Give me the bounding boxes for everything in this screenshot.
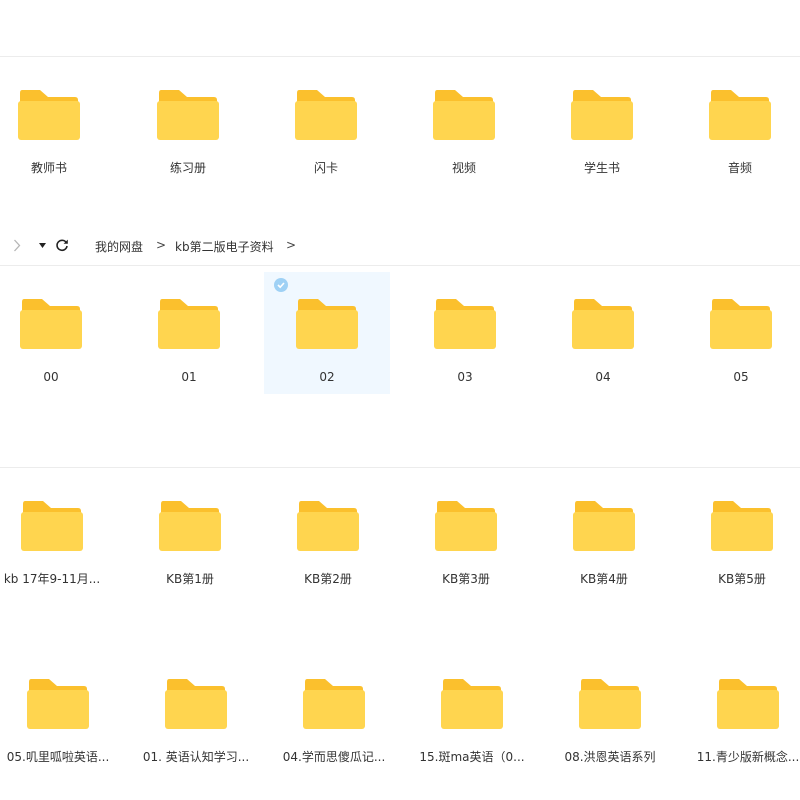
folder-item[interactable]: 04 [543,282,663,402]
breadcrumb-item-root[interactable]: 我的网盘 [95,238,143,255]
folder-icon [27,679,89,729]
folder-label: 11.青少版新概念... [696,750,800,764]
folder-icon [165,679,227,729]
folder-label: 08.洪恩英语系列 [564,750,656,764]
folder-label: KB第3册 [442,572,490,586]
folder-icon [717,679,779,729]
folder-item[interactable]: 学生书 [542,73,662,193]
folder-item[interactable]: KB第5册 [682,484,800,604]
folder-icon [571,90,633,140]
breadcrumb-item-current[interactable]: kb第二版电子资料 [175,238,274,255]
folder-icon [433,90,495,140]
folder-icon [18,90,80,140]
divider [0,56,800,57]
folder-icon [296,299,358,349]
folder-label: KB第2册 [304,572,352,586]
folder-item[interactable]: 01 [129,282,249,402]
divider [0,265,800,266]
folder-label: 01 [181,370,197,384]
folder-icon [21,501,83,551]
folder-icon [572,299,634,349]
folder-item[interactable]: 11.青少版新概念... [688,662,800,782]
folder-icon [295,90,357,140]
folder-icon [709,90,771,140]
selected-check-icon[interactable] [274,278,288,292]
folder-item[interactable]: KB第2册 [268,484,388,604]
folder-icon [157,90,219,140]
folder-label: KB第4册 [580,572,628,586]
folder-label: 04 [595,370,611,384]
folder-icon [435,501,497,551]
folder-label: 音频 [727,161,752,175]
folder-label: 学生书 [583,161,620,175]
folder-label: KB第5册 [718,572,766,586]
folder-label: 02 [319,370,335,384]
folder-label: 05 [733,370,749,384]
breadcrumb-separator: > [286,238,297,252]
folder-label: 00 [43,370,59,384]
folder-item[interactable]: kb 17年9-11月... [0,484,112,604]
breadcrumb-separator: > [156,238,167,252]
folder-item-selected[interactable]: 02 [264,272,390,394]
folder-item[interactable]: 00 [0,282,111,402]
folder-label: kb 17年9-11月... [3,572,101,586]
folder-icon [297,501,359,551]
chevron-right-icon[interactable] [13,239,21,252]
folder-label: 05.叽里呱啦英语... [6,750,110,764]
folder-item[interactable]: KB第1册 [130,484,250,604]
folder-item[interactable]: 音频 [680,73,800,193]
folder-icon [579,679,641,729]
folder-icon [573,501,635,551]
folder-label: 04.学而思傻瓜记... [282,750,386,764]
folder-icon [158,299,220,349]
file-manager-page: 教师书 练习册 闪卡 视频 学生书 音频 我的网盘 > kb第二版电子资料 > … [0,0,800,800]
folder-item[interactable]: 04.学而思傻瓜记... [274,662,394,782]
folder-icon [711,501,773,551]
folder-label: 15.斑ma英语（0... [419,750,525,764]
refresh-icon[interactable] [55,238,69,252]
folder-item[interactable]: KB第4册 [544,484,664,604]
folder-icon [303,679,365,729]
folder-icon [20,299,82,349]
folder-item[interactable]: 03 [405,282,525,402]
folder-label: KB第1册 [166,572,214,586]
folder-label: 练习册 [169,161,206,175]
folder-item[interactable]: 15.斑ma英语（0... [412,662,532,782]
folder-icon [159,501,221,551]
folder-item[interactable]: 05.叽里呱啦英语... [0,662,118,782]
folder-label: 03 [457,370,473,384]
folder-item[interactable]: 01. 英语认知学习... [136,662,256,782]
folder-label: 闪卡 [313,161,338,175]
divider [0,467,800,468]
navigation-toolbar: 我的网盘 > kb第二版电子资料 > [0,232,800,260]
folder-label: 视频 [451,161,476,175]
folder-item[interactable]: 教师书 [0,73,109,193]
folder-label: 教师书 [30,161,67,175]
folder-icon [441,679,503,729]
folder-icon [710,299,772,349]
folder-label: 01. 英语认知学习... [142,750,250,764]
caret-down-icon[interactable] [39,243,46,248]
folder-icon [434,299,496,349]
folder-item[interactable]: 闪卡 [266,73,386,193]
folder-item[interactable]: 练习册 [128,73,248,193]
folder-item[interactable]: 05 [681,282,800,402]
folder-item[interactable]: 视频 [404,73,524,193]
folder-item[interactable]: KB第3册 [406,484,526,604]
folder-item[interactable]: 08.洪恩英语系列 [550,662,670,782]
